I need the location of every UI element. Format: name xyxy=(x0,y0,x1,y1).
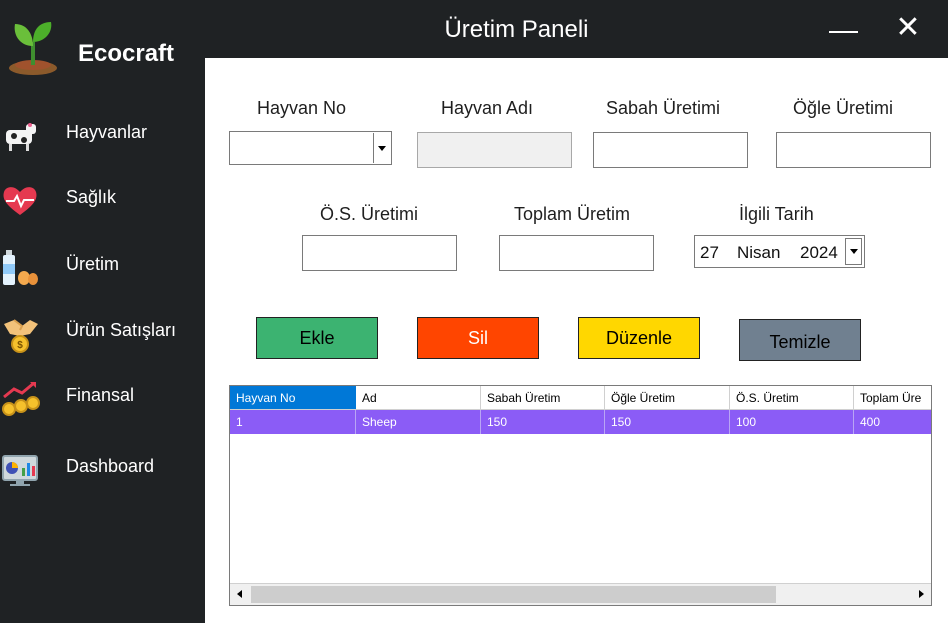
cow-icon xyxy=(6,123,36,151)
hayvan-no-combobox[interactable] xyxy=(229,131,392,165)
date-month[interactable]: Nisan xyxy=(737,243,780,263)
chevron-down-icon[interactable] xyxy=(373,133,390,163)
sabah-uretimi-field[interactable] xyxy=(593,132,748,168)
duzenle-button[interactable]: Düzenle xyxy=(578,317,700,359)
sil-button[interactable]: Sil xyxy=(417,317,539,359)
sidebar-item-label: Dashboard xyxy=(66,456,155,476)
brand-name: Ecocraft xyxy=(78,40,175,67)
column-header[interactable]: Sabah Üretim xyxy=(481,386,605,409)
table-cell[interactable]: 150 xyxy=(481,410,605,434)
close-button[interactable]: ✕ xyxy=(888,10,928,46)
ogle-uretimi-label: Öğle Üretimi xyxy=(793,98,894,118)
os-uretimi-label: Ö.S. Üretimi xyxy=(320,204,419,224)
sprout-logo-icon xyxy=(9,22,57,75)
ogle-uretimi-field[interactable] xyxy=(776,132,931,168)
sidebar-item-hayvanlar[interactable]: Hayvanlar xyxy=(0,108,205,160)
os-uretimi-field[interactable] xyxy=(302,235,457,271)
production-grid[interactable]: Hayvan No Ad Sabah Üretim Öğle Üretim Ö.… xyxy=(229,385,932,606)
sidebar-item-saglik[interactable]: Sağlık xyxy=(0,173,205,225)
sidebar-item-urun-satislari[interactable]: $ Ürün Satışları xyxy=(0,306,205,358)
scroll-left-icon[interactable] xyxy=(230,584,250,605)
ilgili-tarih-label: İlgili Tarih xyxy=(739,204,814,224)
sidebar-item-label: Üretim xyxy=(66,254,119,274)
scroll-thumb[interactable] xyxy=(251,586,776,603)
column-header[interactable]: Ad xyxy=(356,386,481,409)
date-year[interactable]: 2024 xyxy=(800,243,838,263)
sidebar-item-uretim[interactable]: Üretim xyxy=(0,240,205,292)
minimize-button[interactable] xyxy=(823,10,863,46)
main-panel: Hayvan No Hayvan Adı Sabah Üretimi Öğle … xyxy=(205,58,948,623)
column-header[interactable]: Öğle Üretim xyxy=(605,386,730,409)
table-cell[interactable]: 1 xyxy=(230,410,356,434)
milk-eggs-icon xyxy=(3,250,38,285)
hayvan-adi-label: Hayvan Adı xyxy=(441,98,534,118)
ekle-button[interactable]: Ekle xyxy=(256,317,378,359)
monitor-chart-icon xyxy=(2,455,38,486)
sabah-uretimi-label: Sabah Üretimi xyxy=(606,98,721,118)
scroll-right-icon[interactable] xyxy=(911,584,931,605)
hayvan-no-label: Hayvan No xyxy=(257,98,347,118)
table-row[interactable]: 1 Sheep 150 150 100 400 xyxy=(230,410,931,434)
toplam-uretim-field[interactable] xyxy=(499,235,654,271)
sidebar-item-label: Sağlık xyxy=(66,187,117,207)
column-header[interactable]: Ö.S. Üretim xyxy=(730,386,854,409)
svg-text:$: $ xyxy=(17,340,23,351)
horizontal-scrollbar[interactable] xyxy=(230,583,931,605)
date-day[interactable]: 27 xyxy=(700,243,719,263)
hayvan-adi-field[interactable] xyxy=(417,132,572,168)
column-header[interactable]: Hayvan No xyxy=(230,386,356,409)
calendar-dropdown-icon[interactable] xyxy=(845,238,862,265)
table-cell[interactable]: 400 xyxy=(854,410,931,434)
date-picker[interactable]: 27 Nisan 2024 xyxy=(694,235,865,268)
sidebar-item-label: Finansal xyxy=(66,385,135,405)
sidebar-item-label: Hayvanlar xyxy=(66,122,148,142)
column-header[interactable]: Toplam Üre xyxy=(854,386,931,409)
sidebar-item-finansal[interactable]: Finansal xyxy=(0,371,205,423)
sidebar-item-dashboard[interactable]: Dashboard xyxy=(0,442,205,494)
table-cell[interactable]: Sheep xyxy=(356,410,481,434)
handshake-coin-icon: $ xyxy=(4,319,38,353)
sidebar-item-label: Ürün Satışları xyxy=(66,320,177,340)
temizle-button[interactable]: Temizle xyxy=(739,319,861,361)
toplam-uretim-label: Toplam Üretim xyxy=(514,204,631,224)
grid-header: Hayvan No Ad Sabah Üretim Öğle Üretim Ö.… xyxy=(230,386,931,410)
table-cell[interactable]: 150 xyxy=(605,410,730,434)
heart-pulse-icon xyxy=(3,187,37,215)
table-cell[interactable]: 100 xyxy=(730,410,854,434)
coins-growth-icon xyxy=(2,381,40,416)
